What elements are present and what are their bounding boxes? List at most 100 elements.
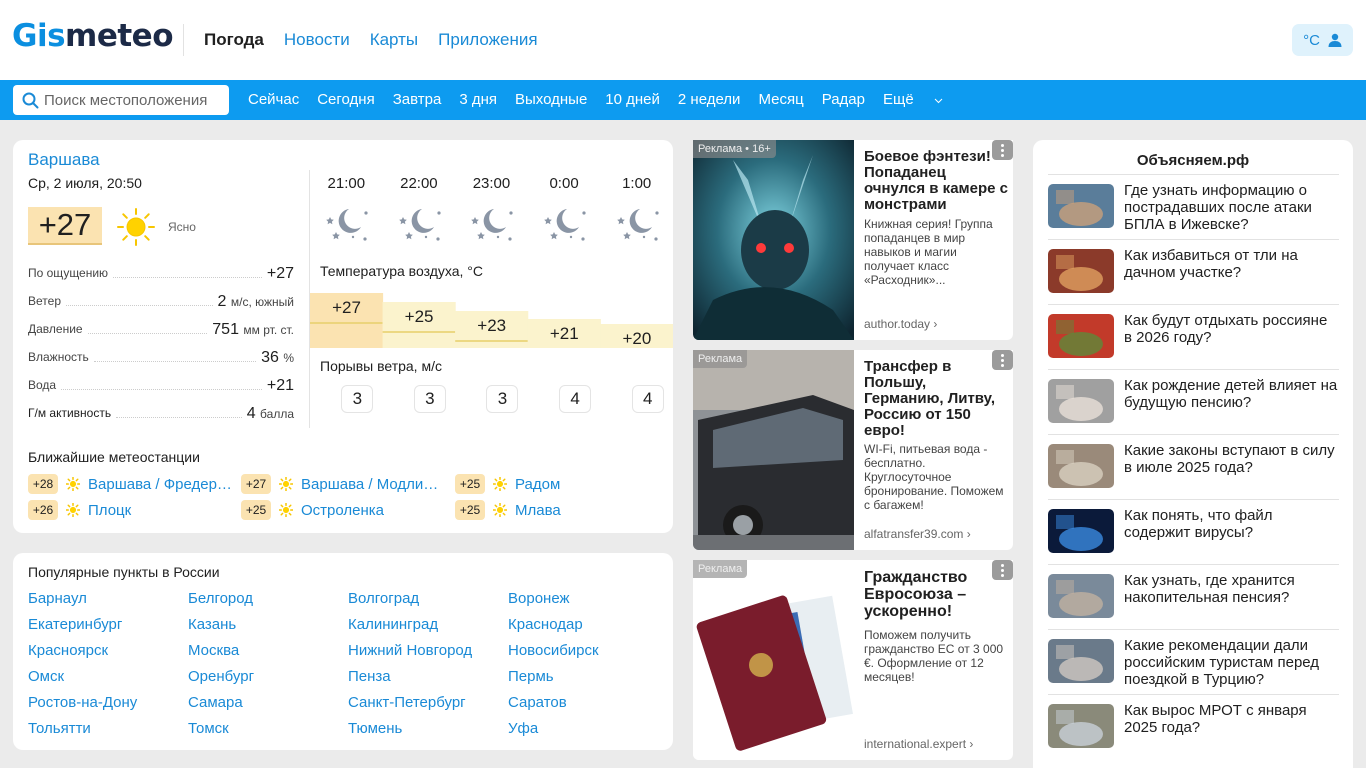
forecast-nav-bar: Сейчас Сегодня Завтра 3 дня Выходные 10 … [0,80,1366,120]
hour-label: 22:00 [400,175,438,192]
city-link[interactable]: Саратов [508,694,668,720]
explainer-text: Какие законы вступают в силу в июле 2025… [1124,442,1335,476]
station-item[interactable]: +25 Радом [455,474,660,494]
city-name[interactable]: Варшава [28,150,100,170]
hourly-gusts: 3 3 3 4 4 [310,385,673,413]
city-link[interactable]: Тольятти [28,720,188,746]
explainers-title[interactable]: Объясняем.рф [1033,152,1353,169]
city-link[interactable]: Ростов-на-Дону [28,694,188,720]
tab-more[interactable]: Ещё [883,91,943,108]
nav-apps[interactable]: Приложения [438,30,537,50]
city-link[interactable]: Екатеринбург [28,616,188,642]
gismeteo-logo[interactable]: Gismeteo [12,18,173,54]
tab-3-days[interactable]: 3 дня [459,91,497,108]
explainer-thumbnail [1048,249,1114,293]
city-link[interactable]: Новосибирск [508,642,668,668]
explainer-item[interactable]: Какие законы вступают в силу в июле 2025… [1048,434,1339,499]
period-nav: Сейчас Сегодня Завтра 3 дня Выходные 10 … [248,91,961,108]
city-link[interactable]: Белгород [188,590,348,616]
station-temp: +28 [28,474,58,494]
search-input[interactable] [44,85,224,115]
sun-icon [116,207,156,252]
nav-maps[interactable]: Карты [370,30,418,50]
settings-button[interactable]: °C [1292,24,1353,56]
tab-month[interactable]: Месяц [758,91,803,108]
unit-label: °C [1303,31,1320,49]
city-link[interactable]: Воронеж [508,590,668,616]
city-link[interactable]: Пермь [508,668,668,694]
ad-source[interactable]: international.expert › [864,737,973,751]
ad-card[interactable]: Реклама Трансфер в Польшу, Германию, Лит… [693,350,1013,550]
station-item[interactable]: +26 Плоцк [28,500,233,520]
tab-weekend[interactable]: Выходные [515,91,587,108]
ad-source[interactable]: author.today › [864,317,937,331]
ad-source[interactable]: alfatransfer39.com › [864,527,971,541]
top-nav: Погода Новости Карты Приложения [204,30,558,50]
explainer-item[interactable]: Как будут отдыхать россияне в 2026 году? [1048,304,1339,369]
nav-weather[interactable]: Погода [204,30,264,50]
param-value: 751 мм рт. ст. [212,321,294,338]
city-link[interactable]: Краснодар [508,616,668,642]
city-link[interactable]: Самара [188,694,348,720]
hourly-temp-label: +27 [332,298,361,317]
city-link[interactable]: Казань [188,616,348,642]
station-name: Варшава / Фредерика Шопена [88,475,233,493]
gust-value: 4 [631,385,664,413]
tab-2-weeks[interactable]: 2 недели [678,91,741,108]
gust-value: 4 [559,385,592,413]
ad-card[interactable]: Реклама • 16+ Боевое фэнтези! Попаданец … [693,140,1013,340]
explainer-item[interactable]: Как понять, что файл содержит вирусы? [1048,499,1339,564]
popular-title: Популярные пункты в России [28,564,220,580]
city-link[interactable]: Тюмень [348,720,508,746]
city-link[interactable]: Барнаул [28,590,188,616]
city-link[interactable]: Красноярск [28,642,188,668]
ad-label: Реклама [693,350,748,368]
city-link[interactable]: Уфа [508,720,668,746]
tab-10-days[interactable]: 10 дней [605,91,660,108]
city-link[interactable]: Пенза [348,668,508,694]
station-item[interactable]: +25 Млава [455,500,660,520]
hourly-temperature-chart: +27 +25 +23 +21 +20 [310,288,673,348]
explainer-text: Как рождение детей влияет на будущую пен… [1124,377,1338,411]
explainer-item[interactable]: Как узнать, где хранится накопительная п… [1048,564,1339,629]
param-geomagnetic: Г/м активность 4 балла [28,399,294,427]
search-box [13,85,229,115]
ad-image [693,350,854,550]
explainer-item[interactable]: Где узнать информацию о пострадавших пос… [1048,174,1339,239]
nav-news[interactable]: Новости [284,30,350,50]
station-item[interactable]: +27 Варшава / Модлин Мазовецкий [241,474,446,494]
explainer-text: Как вырос МРОТ с января 2025 года? [1124,702,1307,736]
city-link[interactable]: Калининград [348,616,508,642]
param-label: Влажность [28,350,89,364]
gust-value: 3 [341,385,374,413]
city-link[interactable]: Томск [188,720,348,746]
city-link[interactable]: Оренбург [188,668,348,694]
explainer-item[interactable]: Как вырос МРОТ с января 2025 года? [1048,694,1339,759]
city-link[interactable]: Нижний Новгород [348,642,508,668]
explainer-item[interactable]: Как рождение детей влияет на будущую пен… [1048,369,1339,434]
city-link[interactable]: Санкт-Петербург [348,694,508,720]
explainer-thumbnail [1048,509,1114,553]
city-link[interactable]: Волгоград [348,590,508,616]
tab-now[interactable]: Сейчас [248,91,299,108]
explainer-item[interactable]: Как избавиться от тли на дачном участке? [1048,239,1339,304]
explainers-card: Объясняем.рф Где узнать информацию о пос… [1033,140,1353,768]
current-weather-card: Варшава Ср, 2 июля, 20:50 +27 Ясно По ощ… [13,140,673,533]
param-humidity: Влажность 36 % [28,343,294,371]
city-link[interactable]: Омск [28,668,188,694]
explainer-item[interactable]: Какие рекомендации дали российским турис… [1048,629,1339,694]
ad-card[interactable]: Реклама Гражданство Евросоюза – ускоренн… [693,560,1013,760]
clear-night-icon [326,209,368,241]
explainer-text: Где узнать информацию о пострадавших пос… [1124,182,1312,233]
tab-tomorrow[interactable]: Завтра [393,91,442,108]
ad-label: Реклама [693,560,748,578]
sun-icon [279,503,293,517]
header-divider [183,24,184,56]
tab-radar[interactable]: Радар [822,91,865,108]
city-link[interactable]: Москва [188,642,348,668]
station-item[interactable]: +25 Остроленка [241,500,446,520]
ad-label: Реклама • 16+ [693,140,776,158]
tab-today[interactable]: Сегодня [317,91,375,108]
station-item[interactable]: +28 Варшава / Фредерика Шопена [28,474,233,494]
nearest-stations-title: Ближайшие метеостанции [28,449,200,465]
